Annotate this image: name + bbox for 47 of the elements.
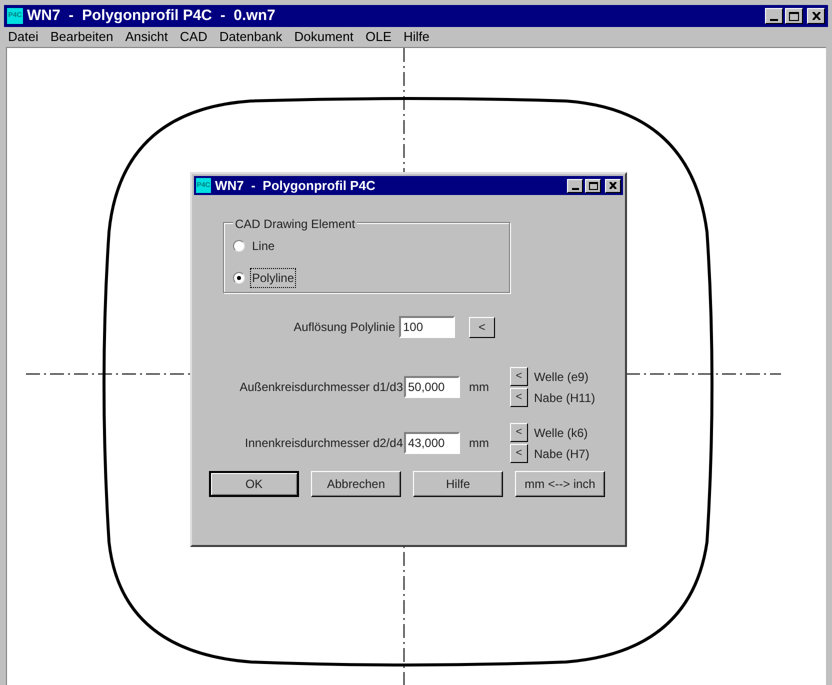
pick-button[interactable]: < bbox=[469, 316, 495, 338]
menu-item[interactable]: Dokument bbox=[293, 27, 354, 47]
field-label: Außenkreisdurchmesser d1/d3 bbox=[238, 379, 404, 396]
unit-label: mm bbox=[469, 379, 490, 396]
close-icon bbox=[812, 12, 820, 20]
tolerance-label: Welle (k6) bbox=[534, 424, 588, 442]
minimize-icon bbox=[770, 19, 778, 21]
dialog-button[interactable]: Abbrechen bbox=[311, 471, 401, 497]
menu-item[interactable]: Hilfe bbox=[402, 27, 431, 47]
menu-item[interactable]: Ansicht bbox=[124, 27, 169, 47]
radio-button[interactable] bbox=[233, 272, 245, 284]
minimize-icon bbox=[572, 188, 578, 190]
input-field[interactable]: 100 bbox=[399, 316, 455, 338]
maximize-button[interactable] bbox=[585, 178, 601, 192]
menu-item[interactable]: Datenbank bbox=[218, 27, 284, 47]
close-button[interactable] bbox=[605, 178, 621, 192]
menu-item[interactable]: CAD bbox=[178, 27, 208, 47]
pick-button[interactable]: < bbox=[510, 388, 528, 407]
tolerance-label: Nabe (H7) bbox=[534, 446, 590, 462]
pick-button[interactable]: < bbox=[510, 444, 528, 463]
tolerance-label: Welle (e9) bbox=[534, 368, 588, 386]
radio-label[interactable]: Polyline bbox=[250, 268, 296, 288]
dialog-title: WN7 - Polygonprofil P4C bbox=[215, 176, 376, 195]
input-field[interactable]: 43,000 bbox=[404, 432, 460, 454]
maximize-icon bbox=[588, 182, 598, 190]
menu-item[interactable]: OLE bbox=[364, 27, 392, 47]
field-label: Innenkreisdurchmesser d2/d4 bbox=[244, 435, 404, 452]
radio-label[interactable]: Line bbox=[250, 236, 277, 256]
tolerance-label: Nabe (H11) bbox=[534, 390, 596, 406]
close-icon bbox=[609, 182, 617, 189]
pick-button[interactable]: < bbox=[510, 423, 528, 442]
close-button[interactable] bbox=[807, 8, 825, 24]
minimize-button[interactable] bbox=[567, 178, 583, 192]
minimize-button[interactable] bbox=[765, 8, 783, 24]
unit-label: mm bbox=[469, 435, 490, 452]
maximize-button[interactable] bbox=[785, 8, 803, 24]
window-title: WN7 - Polygonprofil P4C - 0.wn7 bbox=[27, 6, 276, 26]
pick-button[interactable]: < bbox=[510, 367, 528, 386]
dialog-button[interactable]: OK bbox=[209, 471, 299, 497]
dialog-button[interactable]: Hilfe bbox=[413, 471, 503, 497]
input-field[interactable]: 50,000 bbox=[404, 376, 460, 398]
field-label: Auflösung Polylinie bbox=[292, 319, 396, 336]
menu-item[interactable]: Bearbeiten bbox=[49, 27, 114, 47]
menu-item[interactable]: Datei bbox=[7, 27, 40, 47]
radio-button[interactable] bbox=[233, 240, 245, 252]
dialog-button[interactable]: mm <--> inch bbox=[515, 471, 605, 497]
maximize-icon bbox=[789, 12, 799, 20]
